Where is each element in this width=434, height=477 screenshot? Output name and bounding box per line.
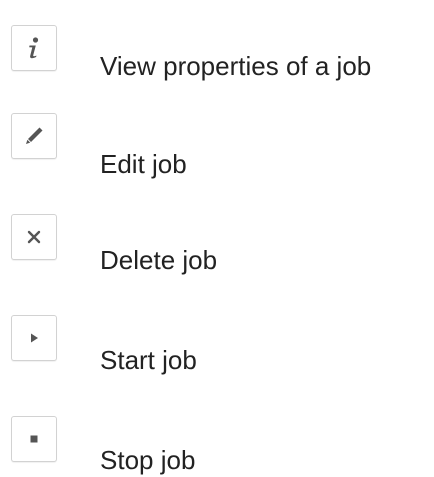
info-icon [29,37,39,59]
stop-icon [30,435,38,443]
edit-job-button[interactable] [11,113,57,159]
legend-item-stop-job: Stop job [0,407,434,477]
edit-job-label: Edit job [100,149,187,179]
play-icon [31,333,38,343]
start-job-label: Start job [100,345,197,375]
legend-item-edit-job: Edit job [0,104,434,179]
start-job-button[interactable] [11,315,57,361]
legend-item-view-properties: View properties of a job [0,0,434,81]
view-properties-label: View properties of a job [100,51,372,81]
delete-job-label: Delete job [100,245,218,275]
view-properties-button[interactable] [11,25,57,71]
close-icon [27,230,41,244]
legend-item-delete-job: Delete job [0,205,434,275]
stop-job-button[interactable] [11,416,57,462]
legend-item-start-job: Start job [0,306,434,376]
delete-job-button[interactable] [11,214,57,260]
pencil-icon [26,127,43,144]
